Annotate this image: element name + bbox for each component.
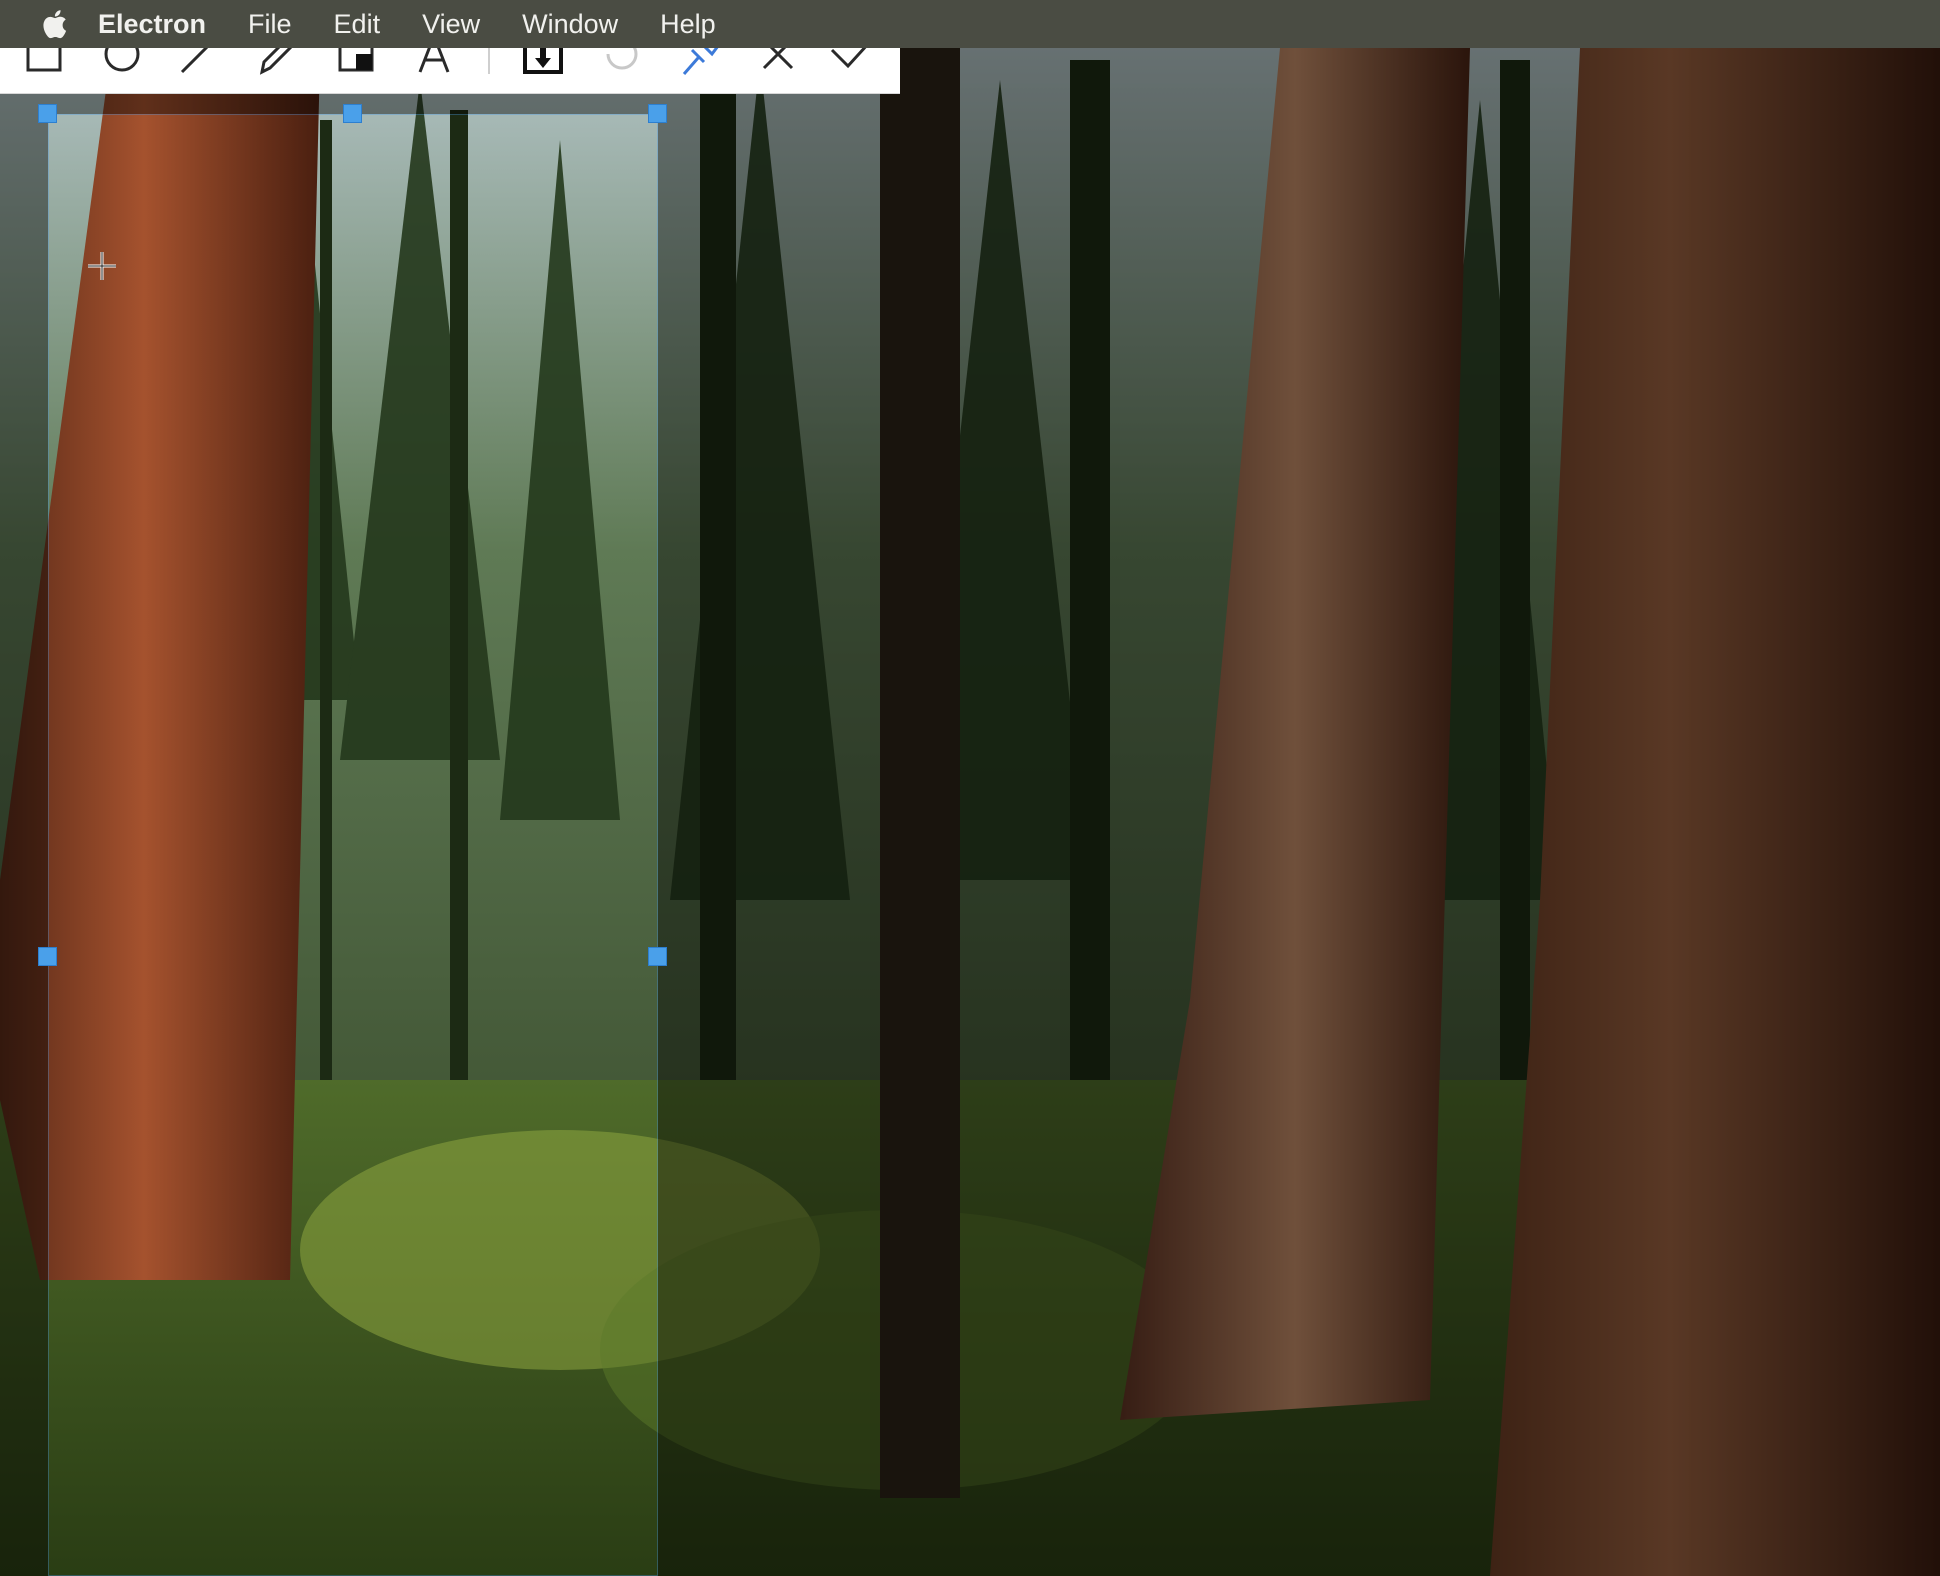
resize-handle-top-right[interactable] bbox=[648, 104, 667, 123]
ellipse-tool-button[interactable] bbox=[94, 48, 150, 82]
dim-overlay-right bbox=[658, 48, 1940, 1576]
save-button[interactable] bbox=[515, 48, 571, 82]
undo-button[interactable] bbox=[594, 48, 650, 82]
close-icon bbox=[762, 48, 794, 70]
pin-icon bbox=[682, 48, 719, 75]
undo-icon bbox=[606, 48, 638, 70]
menu-help[interactable]: Help bbox=[660, 0, 716, 48]
screenshot-toolbar bbox=[0, 48, 900, 94]
crosshair-icon bbox=[88, 252, 116, 280]
mosaic-tool-button[interactable] bbox=[328, 48, 384, 82]
check-icon bbox=[830, 48, 867, 69]
menu-edit[interactable]: Edit bbox=[334, 0, 381, 48]
menu-window[interactable]: Window bbox=[522, 0, 618, 48]
menu-app-name[interactable]: Electron bbox=[98, 0, 206, 48]
apple-logo-icon[interactable] bbox=[38, 7, 68, 41]
mosaic-icon bbox=[338, 48, 374, 72]
arrow-tool-button[interactable] bbox=[170, 48, 226, 82]
cancel-button[interactable] bbox=[750, 48, 806, 82]
capture-selection-region[interactable] bbox=[48, 114, 658, 1576]
toolbar-divider bbox=[488, 48, 490, 74]
rectangle-tool-button[interactable] bbox=[16, 48, 72, 82]
confirm-button[interactable] bbox=[822, 48, 878, 82]
text-icon bbox=[418, 48, 450, 73]
download-icon bbox=[523, 48, 563, 74]
resize-handle-top-left[interactable] bbox=[38, 104, 57, 123]
arrow-icon bbox=[180, 48, 209, 74]
text-tool-button[interactable] bbox=[406, 48, 462, 82]
pen-icon bbox=[259, 48, 293, 75]
menu-bar: Electron File Edit View Window Help bbox=[0, 0, 1940, 48]
resize-handle-middle-right[interactable] bbox=[648, 947, 667, 966]
pen-tool-button[interactable] bbox=[248, 48, 304, 82]
ellipse-icon bbox=[104, 48, 140, 72]
rectangle-icon bbox=[26, 48, 62, 72]
resize-handle-middle-left[interactable] bbox=[38, 947, 57, 966]
menu-file[interactable]: File bbox=[248, 0, 292, 48]
resize-handle-top-middle[interactable] bbox=[343, 104, 362, 123]
menu-view[interactable]: View bbox=[422, 0, 480, 48]
dim-overlay-left bbox=[0, 48, 48, 1576]
pin-button[interactable] bbox=[672, 48, 728, 82]
